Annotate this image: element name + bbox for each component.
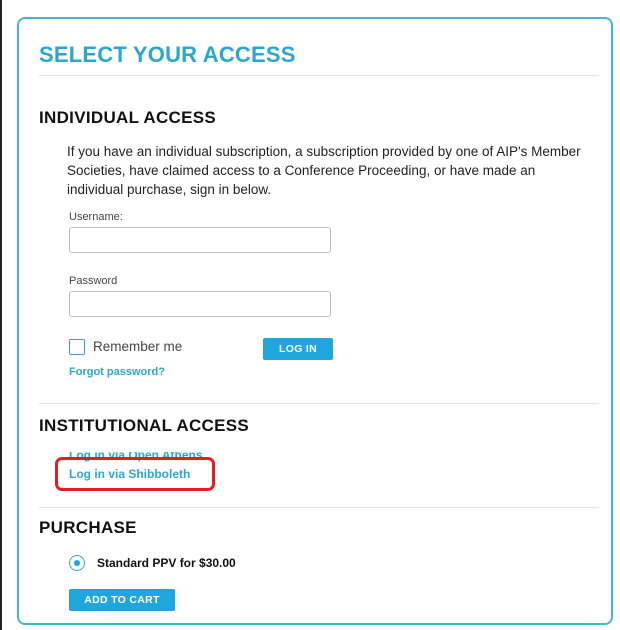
add-to-cart-button[interactable]: ADD TO CART	[69, 589, 175, 611]
remember-me-checkbox[interactable]	[69, 339, 85, 355]
individual-access-intro: If you have an individual subscription, …	[67, 144, 581, 197]
forgot-password-link[interactable]: Forgot password?	[69, 366, 165, 378]
password-label: Password	[69, 275, 118, 287]
shibboleth-highlight-box	[55, 457, 215, 491]
login-button[interactable]: LOG IN	[263, 338, 333, 360]
standard-ppv-label: Standard PPV for $30.00	[97, 556, 236, 570]
access-panel: SELECT YOUR ACCESS INDIVIDUAL ACCESS If …	[17, 17, 613, 625]
page-frame: SELECT YOUR ACCESS INDIVIDUAL ACCESS If …	[0, 0, 620, 630]
window-edge	[0, 0, 8, 630]
individual-access-heading: INDIVIDUAL ACCESS	[39, 108, 217, 127]
individual-divider	[39, 403, 599, 404]
standard-ppv-radio[interactable]	[69, 555, 85, 571]
username-label: Username:	[69, 211, 123, 223]
institutional-divider	[39, 507, 599, 508]
username-input[interactable]	[69, 227, 331, 253]
radio-selected-dot	[73, 559, 80, 566]
page-title: SELECT YOUR ACCESS	[39, 42, 296, 67]
title-divider	[39, 75, 599, 76]
password-input[interactable]	[69, 291, 331, 317]
institutional-access-heading: INSTITUTIONAL ACCESS	[39, 416, 250, 435]
remember-me-label: Remember me	[93, 339, 183, 354]
purchase-heading: PURCHASE	[39, 518, 137, 537]
